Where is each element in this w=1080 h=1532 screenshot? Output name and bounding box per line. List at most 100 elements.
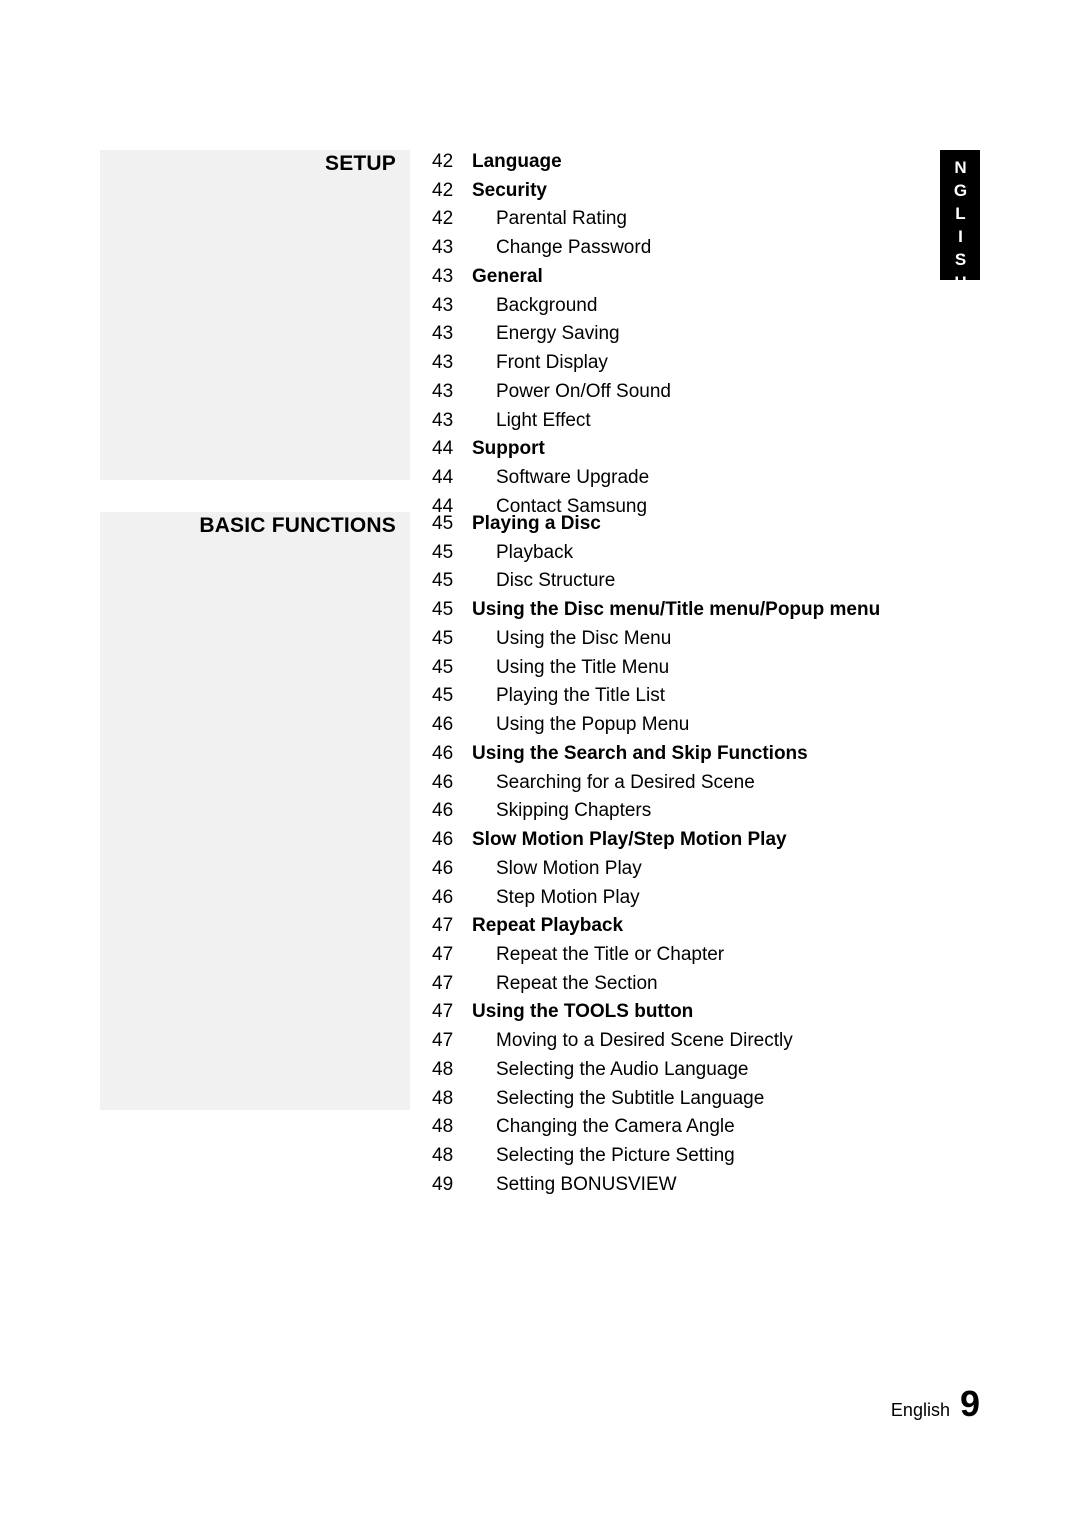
toc-title: Using the Disc Menu xyxy=(472,627,671,651)
toc-row: 43Power On/Off Sound xyxy=(432,380,952,404)
toc-page-number: 46 xyxy=(432,857,472,881)
section-label-basic-functions: BASIC FUNCTIONS xyxy=(199,514,396,538)
toc-page-number: 47 xyxy=(432,1029,472,1053)
toc-page-number: 48 xyxy=(432,1115,472,1139)
toc-row: 49Setting BONUSVIEW xyxy=(432,1173,952,1197)
toc-page-number: 42 xyxy=(432,179,472,203)
toc-title: Using the Disc menu/Title menu/Popup men… xyxy=(472,598,880,622)
toc-page-number: 44 xyxy=(432,437,472,461)
section-label-setup: SETUP xyxy=(325,152,396,176)
toc-page-number: 47 xyxy=(432,972,472,996)
toc-title: Searching for a Desired Scene xyxy=(472,771,755,795)
toc-title: Support xyxy=(472,437,545,461)
toc-title: Energy Saving xyxy=(472,322,620,346)
toc-page-number: 49 xyxy=(432,1173,472,1197)
toc-title: Light Effect xyxy=(472,409,591,433)
toc-page-number: 45 xyxy=(432,684,472,708)
toc-row: 48Selecting the Subtitle Language xyxy=(432,1087,952,1111)
toc-row: 48Changing the Camera Angle xyxy=(432,1115,952,1139)
toc-title: Slow Motion Play/Step Motion Play xyxy=(472,828,787,852)
toc-title: Parental Rating xyxy=(472,207,627,231)
toc-title: Change Password xyxy=(472,236,651,260)
toc-row: 44Support xyxy=(432,437,952,461)
footer-language: English xyxy=(891,1400,950,1421)
toc-page-number: 45 xyxy=(432,627,472,651)
toc-title: Selecting the Subtitle Language xyxy=(472,1087,764,1111)
toc-row: 47Repeat the Title or Chapter xyxy=(432,943,952,967)
toc-title: Front Display xyxy=(472,351,608,375)
toc-page-number: 46 xyxy=(432,886,472,910)
toc-title: Software Upgrade xyxy=(472,466,649,490)
toc-column-setup: 42Language42Security42Parental Rating43C… xyxy=(432,150,952,524)
toc-page-number: 46 xyxy=(432,742,472,766)
toc-row: 44Software Upgrade xyxy=(432,466,952,490)
toc-row: 45Using the Disc Menu xyxy=(432,627,952,651)
toc-row: 45Playing a Disc xyxy=(432,512,952,536)
toc-title: Playback xyxy=(472,541,573,565)
toc-title: Slow Motion Play xyxy=(472,857,642,881)
toc-row: 42Parental Rating xyxy=(432,207,952,231)
toc-title: Using the TOOLS button xyxy=(472,1000,693,1024)
toc-row: 43Background xyxy=(432,294,952,318)
toc-title: Using the Title Menu xyxy=(472,656,669,680)
toc-row: 45Using the Title Menu xyxy=(432,656,952,680)
toc-title: Repeat the Section xyxy=(472,972,658,996)
toc-page-number: 45 xyxy=(432,656,472,680)
toc-page-number: 47 xyxy=(432,943,472,967)
toc-page-number: 46 xyxy=(432,771,472,795)
toc-row: 42Language xyxy=(432,150,952,174)
toc-title: General xyxy=(472,265,543,289)
section-bar-basic-functions: BASIC FUNCTIONS xyxy=(100,512,410,1110)
toc-page-number: 47 xyxy=(432,1000,472,1024)
toc-row: 45Playback xyxy=(432,541,952,565)
page: ENGLISH SETUP 42Language42Security42Pare… xyxy=(0,0,1080,1532)
toc-row: 46Skipping Chapters xyxy=(432,799,952,823)
toc-page-number: 43 xyxy=(432,236,472,260)
toc-title: Playing the Title List xyxy=(472,684,665,708)
section-bar-setup: SETUP xyxy=(100,150,410,480)
footer-page-number: 9 xyxy=(960,1386,980,1422)
toc-page-number: 42 xyxy=(432,150,472,174)
toc-row: 43Light Effect xyxy=(432,409,952,433)
toc-title: Selecting the Audio Language xyxy=(472,1058,749,1082)
toc-row: 43Energy Saving xyxy=(432,322,952,346)
edge-tab-label: ENGLISH xyxy=(950,150,970,280)
toc-row: 46Using the Search and Skip Functions xyxy=(432,742,952,766)
toc-row: 43Change Password xyxy=(432,236,952,260)
toc-page-number: 44 xyxy=(432,466,472,490)
toc-row: 46Slow Motion Play/Step Motion Play xyxy=(432,828,952,852)
toc-page-number: 47 xyxy=(432,914,472,938)
toc-title: Repeat Playback xyxy=(472,914,623,938)
toc-column-basic-functions: 45Playing a Disc45Playback45Disc Structu… xyxy=(432,512,952,1202)
toc-row: 45Playing the Title List xyxy=(432,684,952,708)
toc-title: Using the Popup Menu xyxy=(472,713,689,737)
toc-row: 45Using the Disc menu/Title menu/Popup m… xyxy=(432,598,952,622)
toc-title: Repeat the Title or Chapter xyxy=(472,943,724,967)
page-footer: English 9 xyxy=(891,1386,980,1422)
toc-title: Using the Search and Skip Functions xyxy=(472,742,808,766)
toc-title: Power On/Off Sound xyxy=(472,380,671,404)
toc-title: Security xyxy=(472,179,547,203)
toc-row: 47Repeat Playback xyxy=(432,914,952,938)
toc-page-number: 45 xyxy=(432,541,472,565)
toc-page-number: 48 xyxy=(432,1058,472,1082)
toc-page-number: 45 xyxy=(432,512,472,536)
toc-page-number: 43 xyxy=(432,265,472,289)
toc-row: 48Selecting the Audio Language xyxy=(432,1058,952,1082)
toc-title: Step Motion Play xyxy=(472,886,640,910)
toc-row: 47Using the TOOLS button xyxy=(432,1000,952,1024)
toc-row: 45Disc Structure xyxy=(432,569,952,593)
toc-page-number: 43 xyxy=(432,351,472,375)
toc-row: 46Slow Motion Play xyxy=(432,857,952,881)
toc-page-number: 46 xyxy=(432,799,472,823)
toc-title: Changing the Camera Angle xyxy=(472,1115,735,1139)
toc-page-number: 42 xyxy=(432,207,472,231)
toc-page-number: 46 xyxy=(432,713,472,737)
toc-row: 43Front Display xyxy=(432,351,952,375)
toc-row: 47Moving to a Desired Scene Directly xyxy=(432,1029,952,1053)
toc-row: 46Using the Popup Menu xyxy=(432,713,952,737)
toc-page-number: 45 xyxy=(432,598,472,622)
toc-row: 48Selecting the Picture Setting xyxy=(432,1144,952,1168)
toc-title: Moving to a Desired Scene Directly xyxy=(472,1029,793,1053)
toc-page-number: 43 xyxy=(432,322,472,346)
